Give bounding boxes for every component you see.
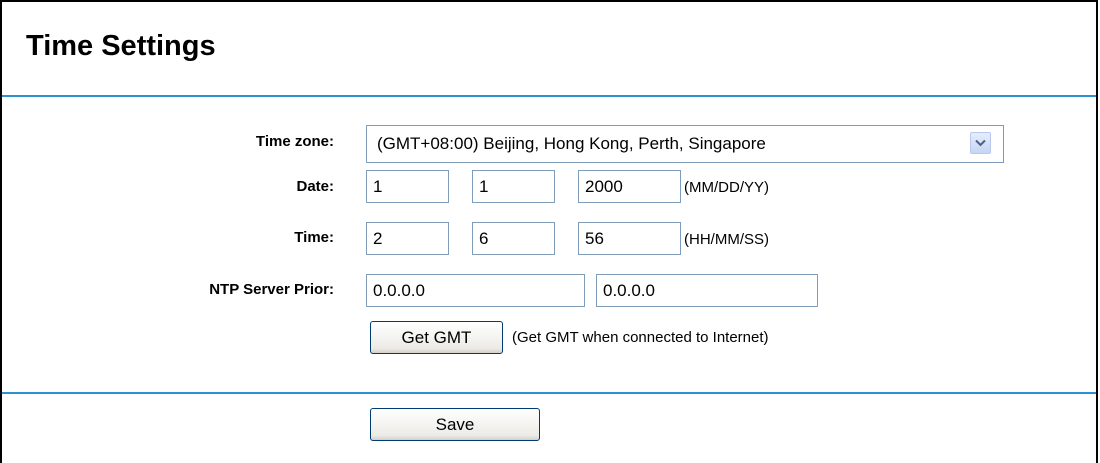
time-label: Time: — [294, 229, 334, 246]
date-month-input[interactable]: 1 — [366, 170, 449, 203]
bottom-divider — [2, 392, 1096, 394]
chevron-down-icon[interactable] — [970, 132, 991, 154]
ntp-primary-input[interactable]: 0.0.0.0 — [366, 274, 585, 307]
ntp-secondary-input[interactable]: 0.0.0.0 — [596, 274, 818, 307]
time-hour-input[interactable]: 2 — [366, 222, 449, 255]
date-format-hint: (MM/DD/YY) — [684, 179, 769, 196]
time-second-input[interactable]: 56 — [578, 222, 681, 255]
time-minute-input[interactable]: 6 — [472, 222, 555, 255]
ntp-label: NTP Server Prior: — [209, 281, 334, 298]
save-button[interactable]: Save — [370, 408, 540, 441]
get-gmt-hint: (Get GMT when connected to Internet) — [512, 329, 769, 346]
get-gmt-button[interactable]: Get GMT — [370, 321, 503, 354]
date-year-input[interactable]: 2000 — [578, 170, 681, 203]
timezone-value: (GMT+08:00) Beijing, Hong Kong, Perth, S… — [377, 134, 766, 153]
timezone-select[interactable]: (GMT+08:00) Beijing, Hong Kong, Perth, S… — [366, 125, 1004, 163]
top-divider — [2, 95, 1096, 97]
date-label: Date: — [296, 178, 334, 195]
date-day-input[interactable]: 1 — [472, 170, 555, 203]
page-title: Time Settings — [26, 30, 216, 62]
time-format-hint: (HH/MM/SS) — [684, 231, 769, 248]
timezone-label: Time zone: — [255, 133, 334, 150]
